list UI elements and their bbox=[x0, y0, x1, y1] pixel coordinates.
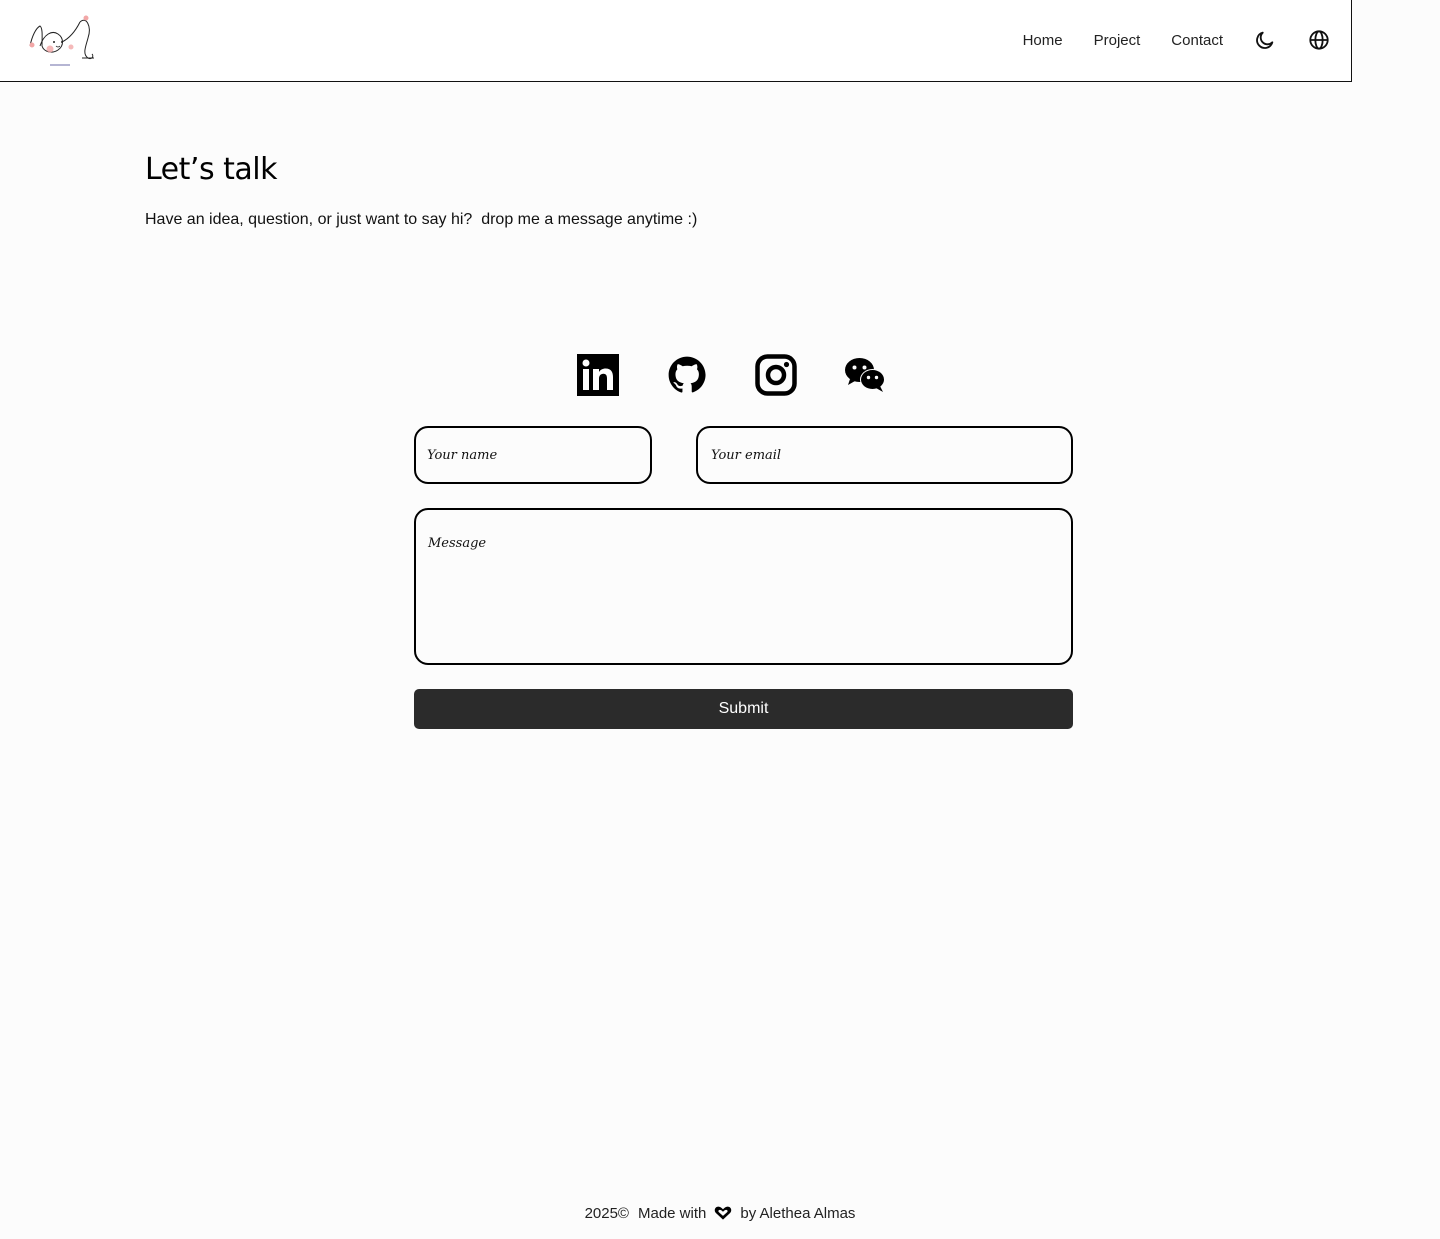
social-links bbox=[577, 354, 886, 396]
instagram-icon[interactable] bbox=[755, 354, 797, 396]
top-navigation-bar: Home Project Contact bbox=[0, 0, 1352, 82]
nav-project-link[interactable]: Project bbox=[1094, 32, 1141, 49]
message-input[interactable] bbox=[414, 508, 1073, 665]
main-nav: Home Project Contact bbox=[1023, 0, 1351, 80]
linkedin-icon[interactable] bbox=[577, 354, 619, 396]
logo[interactable] bbox=[26, 12, 98, 70]
submit-button[interactable]: Submit bbox=[414, 689, 1073, 729]
moon-icon[interactable] bbox=[1254, 29, 1276, 51]
footer: 2025© Made with by Alethea Almas bbox=[0, 1203, 1440, 1223]
github-icon[interactable] bbox=[666, 354, 708, 396]
footer-year: 2025© bbox=[584, 1204, 629, 1222]
email-input[interactable] bbox=[696, 426, 1073, 484]
page-title: Let’s talk bbox=[145, 152, 277, 187]
name-input[interactable] bbox=[414, 426, 652, 484]
nav-home-link[interactable]: Home bbox=[1023, 32, 1063, 49]
footer-author: by Alethea Almas bbox=[740, 1204, 856, 1222]
nav-contact-link[interactable]: Contact bbox=[1171, 32, 1223, 49]
heart-icon bbox=[713, 1203, 733, 1223]
globe-icon[interactable] bbox=[1308, 29, 1330, 51]
page-subtitle: Have an idea, question, or just want to … bbox=[145, 211, 698, 228]
footer-made-with: Made with bbox=[637, 1204, 707, 1222]
wechat-icon[interactable] bbox=[844, 354, 886, 396]
